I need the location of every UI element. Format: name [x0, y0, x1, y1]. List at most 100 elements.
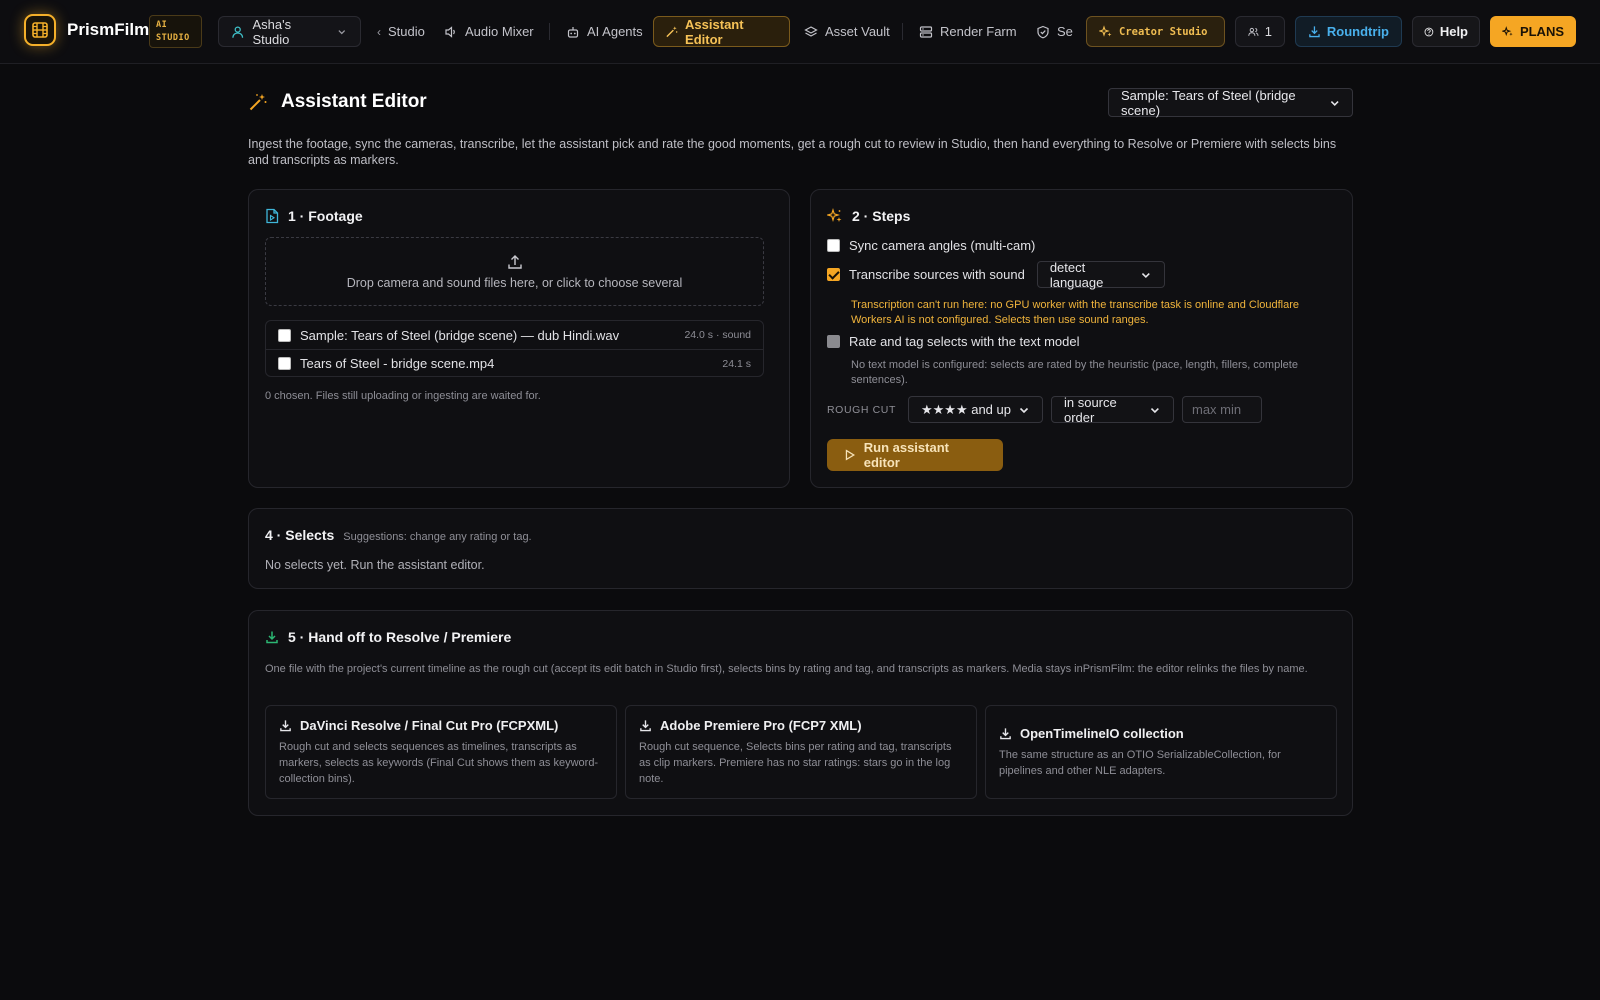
nav-label: Audio Mixer — [465, 24, 534, 39]
sync-cameras-checkbox[interactable] — [827, 239, 840, 252]
export-fcpxml-card[interactable]: DaVinci Resolve / Final Cut Pro (FCPXML)… — [265, 705, 617, 799]
steps-card: 2 · Steps Sync camera angles (multi-cam)… — [810, 189, 1353, 488]
rate-selects-note: No text model is configured: selects are… — [851, 359, 1298, 386]
language-select-value: detect language — [1049, 259, 1104, 290]
robot-icon — [567, 26, 579, 38]
roundtrip-button[interactable]: Roundtrip — [1295, 16, 1402, 47]
users-button[interactable]: 1 — [1235, 16, 1285, 47]
export-title: Adobe Premiere Pro (FCP7 XML) — [660, 718, 862, 733]
badge-line-1: AI — [156, 20, 168, 30]
file-dropzone[interactable]: Drop camera and sound files here, or cli… — [265, 237, 764, 306]
selects-subtitle: Suggestions: change any rating or tag. — [343, 531, 532, 543]
plans-label: PLANS — [1519, 24, 1564, 39]
chevron-down-icon — [1151, 407, 1160, 413]
creator-studio-button[interactable]: Creator Studio — [1086, 16, 1225, 47]
chevron-down-icon — [338, 29, 346, 34]
export-fcp7-card[interactable]: Adobe Premiere Pro (FCP7 XML) Rough cut … — [625, 705, 977, 799]
sync-cameras-label: Sync camera angles (multi-cam) — [849, 238, 1036, 253]
rough-cut-controls: ROUGH CUT ★★★★ and up in source order — [827, 394, 1262, 425]
roundtrip-label: Roundtrip — [1326, 24, 1389, 39]
download-icon — [640, 720, 651, 732]
workspace-switcher[interactable]: Asha's Studio — [218, 16, 361, 47]
nav-item-studio[interactable]: ‹ Studio — [377, 16, 425, 47]
nav-item-audio-mixer[interactable]: Audio Mixer — [444, 16, 534, 47]
rating-threshold-select[interactable]: ★★★★ and up — [907, 396, 1043, 423]
nav-item-asset-vault[interactable]: Asset Vault — [804, 16, 890, 47]
sample-project-select[interactable]: Sample: Tears of Steel (bridge scene) — [1108, 87, 1353, 118]
nav-label: AI Agents — [587, 24, 643, 39]
dropzone-label: Drop camera and sound files here, or cli… — [346, 275, 683, 290]
file-video-icon — [266, 208, 279, 224]
workspace-name: Asha's Studio — [252, 16, 292, 47]
selects-card: 4 · Selects Suggestions: change any rati… — [248, 508, 1353, 589]
sync-cameras-option[interactable]: Sync camera angles (multi-cam) — [827, 238, 1035, 253]
transcribe-label: Transcribe sources with sound — [849, 267, 1025, 282]
export-description: The same structure as an OTIO Serializab… — [999, 749, 1281, 777]
plans-button[interactable]: PLANS — [1490, 16, 1576, 47]
file-checkbox[interactable] — [278, 357, 291, 370]
chevron-down-icon — [1142, 272, 1150, 278]
export-description: Rough cut and selects sequences as timel… — [279, 741, 599, 785]
rate-selects-label: Rate and tag selects with the text model — [849, 334, 1080, 349]
nav-label: Assistant Editor — [685, 16, 744, 47]
download-icon — [280, 720, 291, 732]
nav-divider — [549, 23, 550, 40]
sparkles-icon — [827, 208, 842, 222]
export-title-row: OpenTimelineIO collection — [999, 726, 1184, 741]
handoff-description: One file with the project's current time… — [265, 663, 1308, 675]
file-name: Tears of Steel - bridge scene.mp4 — [300, 356, 495, 371]
nav-divider — [902, 23, 903, 40]
selects-card-header: 4 · Selects Suggestions: change any rati… — [265, 527, 532, 543]
download-icon — [1000, 728, 1011, 740]
nav-label: Se — [1057, 24, 1073, 39]
file-meta: 24.0 s · sound — [684, 329, 751, 341]
export-description: Rough cut sequence, Selects bins per rat… — [639, 741, 952, 785]
export-otio-card[interactable]: OpenTimelineIO collection The same struc… — [985, 705, 1337, 799]
export-title: OpenTimelineIO collection — [1020, 726, 1184, 741]
chevron-down-icon — [1019, 407, 1029, 413]
handoff-card-header: 5 · Hand off to Resolve / Premiere — [265, 629, 511, 645]
brand-name: PrismFilm — [67, 20, 150, 39]
steps-title: 2 · Steps — [852, 208, 911, 224]
upload-icon — [507, 254, 522, 269]
magic-wand-icon — [666, 25, 678, 37]
cut-order-select[interactable]: in source order — [1050, 394, 1174, 425]
rate-selects-option: Rate and tag selects with the text model — [827, 334, 1080, 349]
run-assistant-editor-button[interactable]: Run assistant editor — [827, 439, 1003, 471]
help-button[interactable]: Help — [1412, 16, 1480, 47]
users-icon — [1248, 27, 1259, 36]
sparkles-icon — [1502, 25, 1513, 36]
help-circle-icon — [1424, 27, 1434, 36]
nav-label: Render Farm — [940, 24, 1017, 39]
nav-item-render-farm[interactable]: Render Farm — [919, 16, 1017, 47]
sample-select-value: Sample: Tears of Steel (bridge scene) — [1121, 87, 1296, 118]
rough-cut-label: ROUGH CUT — [827, 403, 896, 416]
transcribe-checkbox[interactable] — [827, 268, 840, 281]
rate-selects-checkbox — [827, 335, 840, 348]
page-intro: Ingest the footage, sync the cameras, tr… — [248, 137, 1337, 167]
export-title-row: DaVinci Resolve / Final Cut Pro (FCPXML) — [279, 718, 558, 733]
language-select[interactable]: detect language — [1036, 259, 1165, 290]
nav-item-ai-agents[interactable]: AI Agents — [566, 16, 643, 47]
speaker-icon — [445, 25, 455, 38]
server-icon — [919, 25, 933, 38]
footage-card: 1 · Footage Drop camera and sound files … — [248, 189, 790, 488]
list-item[interactable]: Sample: Tears of Steel (bridge scene) — … — [266, 321, 763, 349]
nav-item-security[interactable]: Se — [1036, 16, 1073, 47]
file-meta: 24.1 s — [722, 357, 751, 370]
max-minutes-input[interactable] — [1181, 396, 1262, 423]
app-logo[interactable] — [24, 14, 56, 46]
page-title: Assistant Editor — [248, 91, 427, 113]
file-checkbox[interactable] — [278, 328, 291, 342]
handoff-title: 5 · Hand off to Resolve / Premiere — [288, 629, 512, 645]
order-select-value: in source order — [1063, 394, 1117, 425]
chevron-left-icon: ‹ — [377, 24, 381, 39]
creator-studio-label: Creator Studio — [1119, 25, 1208, 38]
steps-card-header: 2 · Steps — [827, 208, 910, 224]
transcribe-warning: Transcription can't run here: no GPU wor… — [851, 299, 1300, 326]
export-title: DaVinci Resolve / Final Cut Pro (FCPXML) — [300, 718, 559, 733]
nav-item-assistant-editor[interactable]: Assistant Editor — [653, 16, 790, 47]
selects-title: 4 · Selects — [265, 527, 335, 543]
list-item[interactable]: Tears of Steel - bridge scene.mp4 24.1 s — [266, 349, 763, 376]
transcribe-option[interactable]: Transcribe sources with sound detect lan… — [827, 259, 1165, 290]
